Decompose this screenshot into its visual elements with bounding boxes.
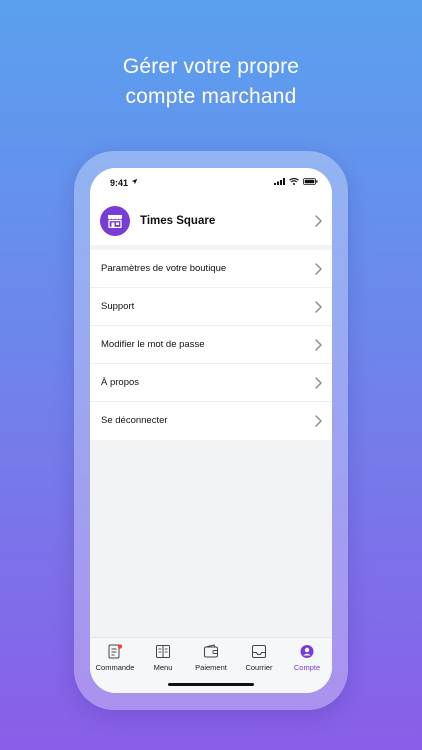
- status-time: 9:41: [110, 178, 129, 188]
- menu-item-support[interactable]: Support: [90, 288, 332, 326]
- tab-paiement[interactable]: Paiement: [189, 644, 233, 672]
- store-header[interactable]: Times Square: [90, 198, 332, 245]
- headline: Gérer votre propre compte marchand: [0, 52, 422, 112]
- tab-commande[interactable]: Commande: [93, 644, 137, 672]
- tab-label: Menu: [153, 663, 173, 672]
- status-bar: 9:41: [90, 168, 332, 198]
- tab-label: Courrier: [245, 663, 273, 672]
- store-icon: [108, 215, 122, 228]
- menu-item-label: Modifier le mot de passe: [101, 339, 205, 350]
- tab-label: Compte: [293, 663, 321, 672]
- tab-compte[interactable]: Compte: [285, 644, 329, 672]
- settings-menu: Paramètres de votre boutique Support Mod…: [90, 250, 332, 440]
- order-icon: [108, 644, 123, 659]
- menu-item-label: Paramètres de votre boutique: [101, 263, 227, 274]
- chevron-right-icon: [315, 415, 322, 427]
- tab-menu[interactable]: Menu: [141, 644, 185, 672]
- menu-item-about[interactable]: À propos: [90, 364, 332, 402]
- chevron-right-icon: [315, 377, 322, 389]
- battery-icon: [303, 178, 318, 185]
- book-icon: [156, 645, 170, 658]
- menu-item-label: Support: [101, 301, 135, 312]
- inbox-icon: [252, 645, 266, 658]
- location-arrow-icon: [131, 178, 138, 185]
- home-indicator: [168, 683, 254, 686]
- menu-item-label: Se déconnecter: [101, 415, 168, 426]
- account-icon: [300, 645, 314, 658]
- menu-item-change-password[interactable]: Modifier le mot de passe: [90, 326, 332, 364]
- menu-item-shop-settings[interactable]: Paramètres de votre boutique: [90, 250, 332, 288]
- wallet-icon: [204, 644, 218, 658]
- store-avatar: [100, 206, 130, 236]
- tab-courrier[interactable]: Courrier: [237, 644, 281, 672]
- headline-line-2: compte marchand: [125, 85, 297, 108]
- headline-line-1: Gérer votre propre: [122, 55, 300, 78]
- tab-label: Paiement: [195, 663, 227, 672]
- store-name: Times Square: [140, 215, 216, 227]
- chevron-right-icon: [315, 215, 322, 227]
- signal-icon: [274, 178, 285, 185]
- chevron-right-icon: [315, 339, 322, 351]
- wifi-icon: [289, 178, 299, 185]
- chevron-right-icon: [315, 301, 322, 313]
- tab-label: Commande: [95, 663, 135, 672]
- menu-item-logout[interactable]: Se déconnecter: [90, 402, 332, 440]
- chevron-right-icon: [315, 263, 322, 275]
- menu-item-label: À propos: [101, 377, 140, 388]
- phone-screen: 9:41 Times Square Paramètres de votre bo…: [90, 168, 332, 693]
- notification-badge: [117, 644, 123, 649]
